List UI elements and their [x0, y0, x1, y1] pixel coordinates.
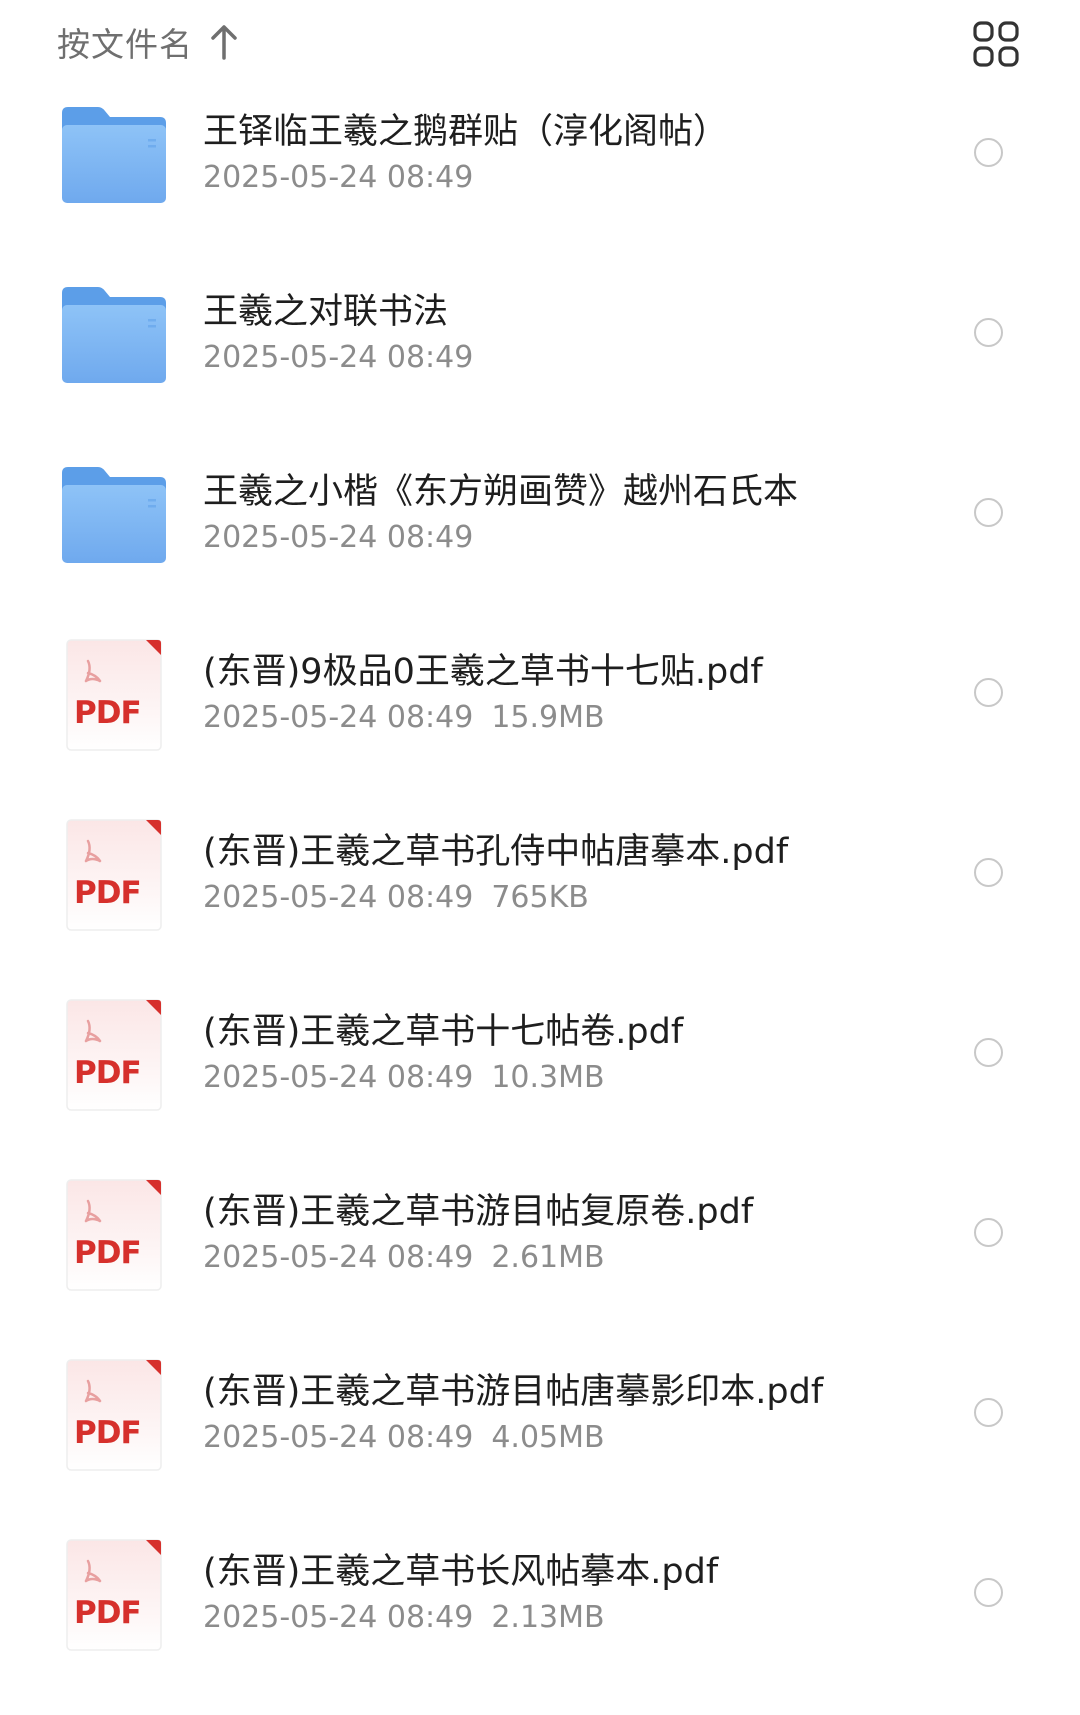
folder-row[interactable]: 王羲之对联书法 2025-05-24 08:49: [0, 275, 1080, 455]
select-radio[interactable]: [974, 498, 1003, 527]
pdf-file-icon: PDF: [66, 639, 162, 751]
file-size: 2.13MB: [491, 1600, 605, 1635]
arrow-up-icon[interactable]: [210, 24, 238, 60]
select-radio[interactable]: [974, 1218, 1003, 1247]
file-size: 2.61MB: [491, 1240, 605, 1275]
file-name: (东晋)9极品0王羲之草书十七贴.pdf: [203, 652, 763, 692]
file-name: (东晋)王羲之草书游目帖唐摹影印本.pdf: [203, 1372, 824, 1412]
pdf-file-icon: PDF: [66, 999, 162, 1111]
file-row[interactable]: PDF (东晋)王羲之草书孔侍中帖唐摹本.pdf 2025-05-24 08:4…: [0, 815, 1080, 995]
file-name: 王羲之小楷《东方朔画赞》越州石氏本: [203, 472, 799, 512]
file-meta: 2025-05-24 08:49 2.13MB: [203, 1600, 605, 1635]
file-meta: 2025-05-24 08:49: [203, 520, 491, 555]
folder-icon: [62, 467, 166, 563]
file-size: 10.3MB: [491, 1060, 605, 1095]
pdf-file-icon: PDF: [66, 1179, 162, 1291]
folder-icon: [62, 107, 166, 203]
file-name: (东晋)王羲之草书游目帖复原卷.pdf: [203, 1192, 754, 1232]
pdf-icon-label: PDF: [74, 1055, 142, 1091]
file-row[interactable]: PDF (东晋)9极品0王羲之草书十七贴.pdf 2025-05-24 08:4…: [0, 635, 1080, 815]
pdf-icon-label: PDF: [74, 695, 142, 731]
file-meta: 2025-05-24 08:49 4.05MB: [203, 1420, 605, 1455]
file-date: 2025-05-24 08:49: [203, 340, 474, 375]
select-radio[interactable]: [974, 318, 1003, 347]
file-date: 2025-05-24 08:49: [203, 1600, 474, 1635]
folder-row[interactable]: 王羲之小楷《东方朔画赞》越州石氏本 2025-05-24 08:49: [0, 455, 1080, 635]
file-list: 王铎临王羲之鹅群贴（淳化阁帖） 2025-05-24 08:49 王羲之对联书法…: [0, 95, 1080, 1715]
file-row[interactable]: PDF (东晋)王羲之草书长风帖摹本.pdf 2025-05-24 08:49 2…: [0, 1535, 1080, 1715]
file-size: 765KB: [491, 880, 589, 915]
file-meta: 2025-05-24 08:49 2.61MB: [203, 1240, 605, 1275]
select-radio[interactable]: [974, 678, 1003, 707]
file-date: 2025-05-24 08:49: [203, 520, 474, 555]
select-radio[interactable]: [974, 1398, 1003, 1427]
pdf-icon-label: PDF: [74, 1235, 142, 1271]
folder-icon: [62, 287, 166, 383]
file-meta: 2025-05-24 08:49 765KB: [203, 880, 589, 915]
sort-by-name-label[interactable]: 按文件名: [57, 18, 193, 66]
pdf-icon-label: PDF: [74, 875, 142, 911]
file-size: 15.9MB: [491, 700, 605, 735]
file-row[interactable]: PDF (东晋)王羲之草书游目帖唐摹影印本.pdf 2025-05-24 08:…: [0, 1355, 1080, 1535]
file-date: 2025-05-24 08:49: [203, 160, 474, 195]
select-radio[interactable]: [974, 858, 1003, 887]
grid-view-icon[interactable]: [972, 20, 1020, 68]
pdf-icon-label: PDF: [74, 1595, 142, 1631]
file-name: 王铎临王羲之鹅群贴（淳化阁帖）: [203, 112, 729, 152]
file-meta: 2025-05-24 08:49 10.3MB: [203, 1060, 605, 1095]
select-radio[interactable]: [974, 138, 1003, 167]
file-date: 2025-05-24 08:49: [203, 700, 474, 735]
file-date: 2025-05-24 08:49: [203, 1060, 474, 1095]
file-row[interactable]: PDF (东晋)王羲之草书十七帖卷.pdf 2025-05-24 08:49 10…: [0, 995, 1080, 1175]
file-date: 2025-05-24 08:49: [203, 1240, 474, 1275]
file-name: (东晋)王羲之草书长风帖摹本.pdf: [203, 1552, 719, 1592]
file-date: 2025-05-24 08:49: [203, 1420, 474, 1455]
file-name: (东晋)王羲之草书十七帖卷.pdf: [203, 1012, 684, 1052]
file-name: 王羲之对联书法: [203, 292, 449, 332]
file-row[interactable]: PDF (东晋)王羲之草书游目帖复原卷.pdf 2025-05-24 08:49…: [0, 1175, 1080, 1355]
file-meta: 2025-05-24 08:49: [203, 160, 491, 195]
select-radio[interactable]: [974, 1578, 1003, 1607]
pdf-file-icon: PDF: [66, 819, 162, 931]
pdf-file-icon: PDF: [66, 1359, 162, 1471]
pdf-file-icon: PDF: [66, 1539, 162, 1651]
file-date: 2025-05-24 08:49: [203, 880, 474, 915]
select-radio[interactable]: [974, 1038, 1003, 1067]
file-name: (东晋)王羲之草书孔侍中帖唐摹本.pdf: [203, 832, 789, 872]
folder-row[interactable]: 王铎临王羲之鹅群贴（淳化阁帖） 2025-05-24 08:49: [0, 95, 1080, 275]
file-meta: 2025-05-24 08:49: [203, 340, 491, 375]
pdf-icon-label: PDF: [74, 1415, 142, 1451]
file-meta: 2025-05-24 08:49 15.9MB: [203, 700, 605, 735]
file-size: 4.05MB: [491, 1420, 605, 1455]
toolbar: 按文件名: [0, 0, 1080, 90]
